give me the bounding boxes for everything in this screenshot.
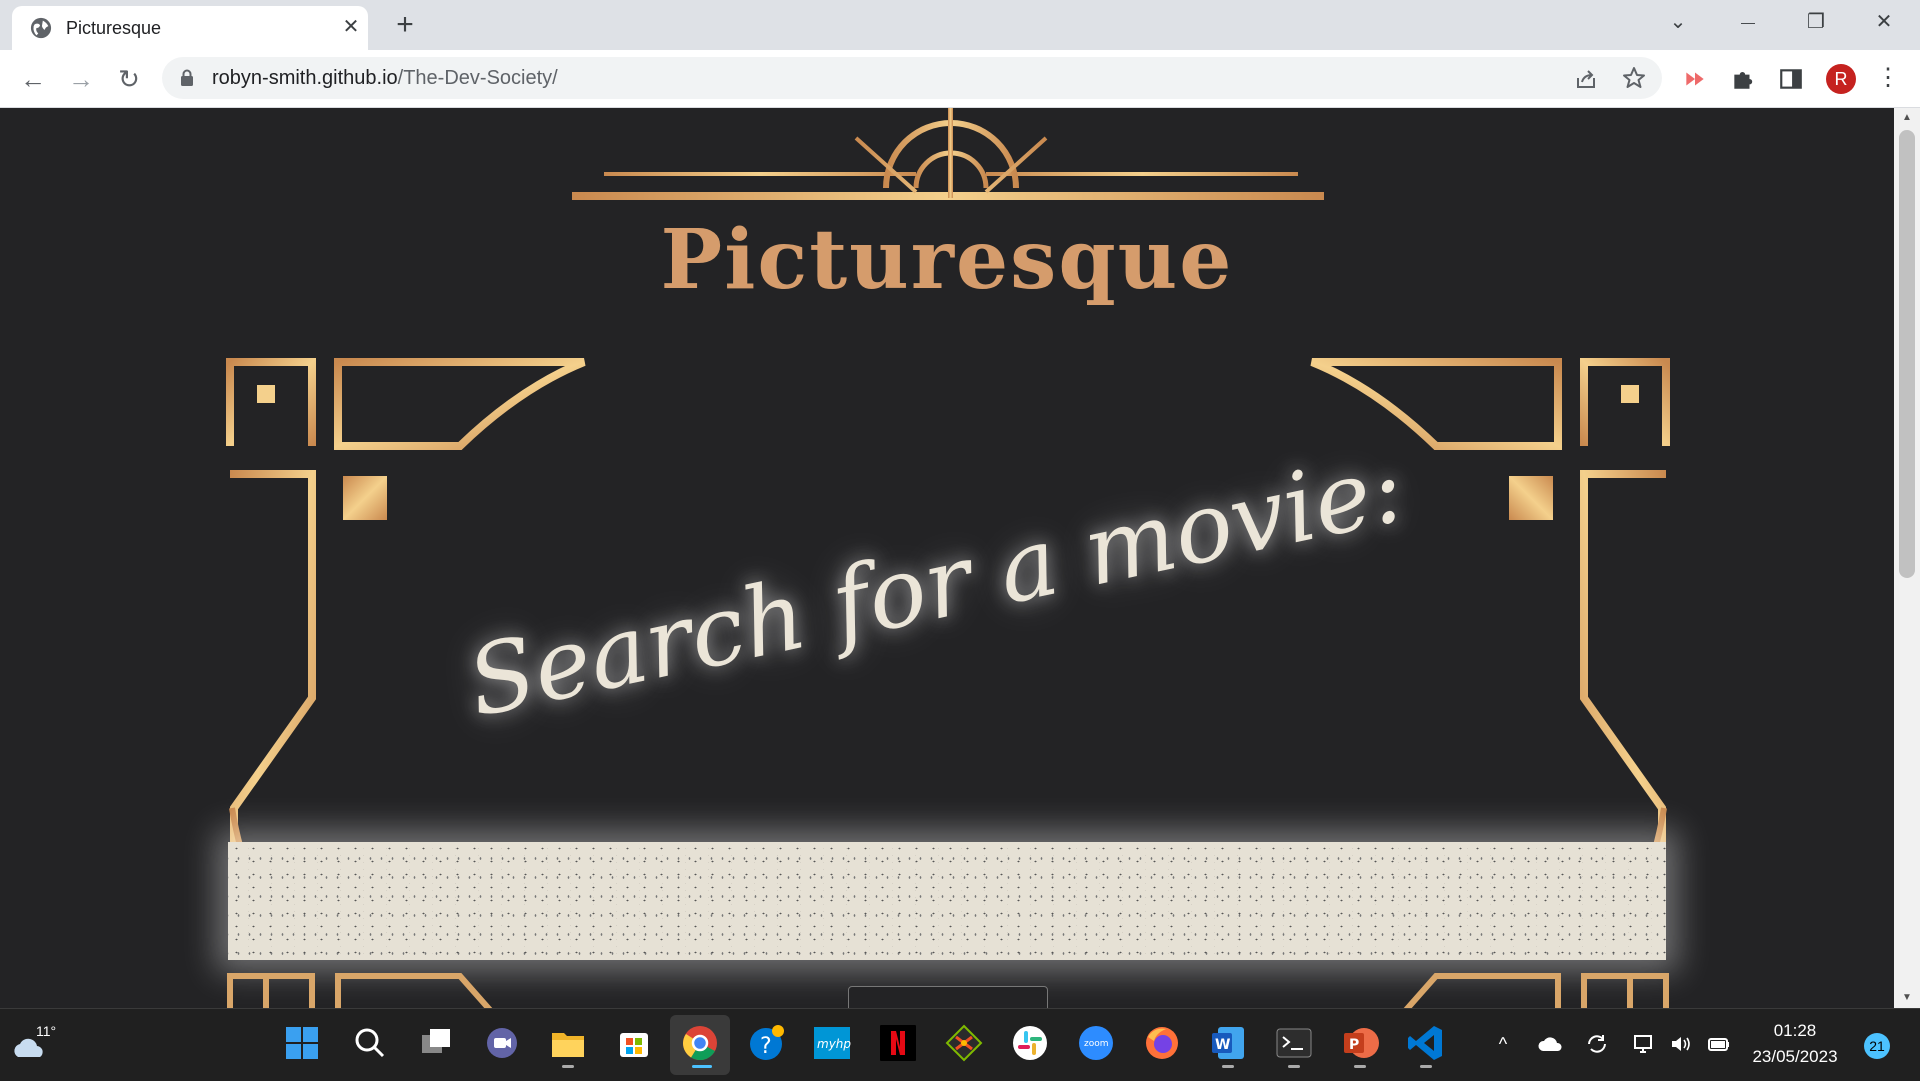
- windows-taskbar: 11° ? myhp zoom W P ^ 01:28 23/05/2023 2…: [0, 1008, 1920, 1081]
- minimize-button[interactable]: —: [1726, 8, 1770, 36]
- vscode-icon[interactable]: [1406, 1023, 1446, 1063]
- notification-badge[interactable]: 21: [1864, 1033, 1890, 1059]
- clock-time[interactable]: 01:28: [1740, 1021, 1850, 1041]
- microsoft-store-icon[interactable]: [614, 1023, 654, 1063]
- weather-temperature: 11°: [36, 1023, 57, 1039]
- bookmark-star-icon[interactable]: [1622, 66, 1646, 90]
- profile-avatar[interactable]: R: [1826, 64, 1856, 94]
- share-icon[interactable]: [1574, 67, 1598, 91]
- forward-button[interactable]: →: [66, 64, 96, 94]
- running-indicator: [1354, 1065, 1366, 1068]
- new-tab-button[interactable]: +: [390, 10, 420, 40]
- running-indicator: [1222, 1065, 1234, 1068]
- myhp-icon[interactable]: myhp: [812, 1023, 852, 1063]
- header-ornament: [572, 108, 1324, 200]
- browser-menu-icon[interactable]: ⋮: [1876, 64, 1900, 94]
- side-panel-icon[interactable]: [1778, 66, 1804, 92]
- task-view-icon[interactable]: [416, 1023, 456, 1063]
- onedrive-cloud-icon[interactable]: [1538, 1031, 1564, 1057]
- clock-date[interactable]: 23/05/2023: [1740, 1047, 1850, 1067]
- active-indicator: [692, 1065, 712, 1068]
- svg-text:myhp: myhp: [817, 1037, 851, 1051]
- teams-chat-icon[interactable]: [482, 1023, 522, 1063]
- tab-strip: Picturesque ✕ + ⌄ — ❐ ✕: [0, 0, 1920, 50]
- site-title: Picturesque: [660, 212, 1234, 308]
- scroll-up-arrow-icon[interactable]: ▲: [1894, 108, 1920, 128]
- search-icon[interactable]: [350, 1023, 390, 1063]
- globe-icon: [30, 17, 52, 39]
- url-path: /The-Dev-Society/: [397, 67, 558, 89]
- svg-text:W: W: [1215, 1037, 1230, 1053]
- page-scrollbar[interactable]: ▲ ▼: [1894, 108, 1920, 1008]
- file-explorer-icon[interactable]: [548, 1023, 588, 1063]
- address-bar[interactable]: robyn-smith.github.io/The-Dev-Society/: [162, 57, 1662, 99]
- get-help-icon[interactable]: ?: [746, 1023, 786, 1063]
- volume-icon[interactable]: [1668, 1031, 1694, 1057]
- tab-search-icon[interactable]: ⌄: [1656, 8, 1700, 36]
- bottom-right-ornament: [1403, 973, 1669, 1008]
- movie-search-input[interactable]: [228, 842, 1666, 960]
- chrome-icon[interactable]: [680, 1023, 720, 1063]
- close-tab-icon[interactable]: ✕: [338, 14, 364, 40]
- svg-text:P: P: [1349, 1037, 1359, 1053]
- word-icon[interactable]: W: [1208, 1023, 1248, 1063]
- scroll-down-arrow-icon[interactable]: ▼: [1894, 988, 1920, 1008]
- back-button[interactable]: ←: [18, 64, 48, 94]
- svg-text:?: ?: [760, 1034, 772, 1059]
- netflix-icon[interactable]: [878, 1023, 918, 1063]
- gitkraken-icon[interactable]: [944, 1023, 984, 1063]
- battery-icon[interactable]: [1706, 1031, 1732, 1057]
- tab-title: Picturesque: [66, 18, 162, 38]
- url-text: robyn-smith.github.io/The-Dev-Society/: [212, 67, 558, 90]
- terminal-icon[interactable]: [1274, 1023, 1314, 1063]
- restore-button[interactable]: ❐: [1794, 8, 1838, 36]
- running-indicator: [1288, 1065, 1300, 1068]
- running-indicator: [1420, 1065, 1432, 1068]
- page-content: Picturesque Search for a movie:: [0, 108, 1894, 1008]
- puzzle-extensions-icon[interactable]: [1730, 66, 1756, 92]
- powerpoint-icon[interactable]: P: [1340, 1023, 1380, 1063]
- slack-icon[interactable]: [1010, 1023, 1050, 1063]
- browser-toolbar: ← → ↻ robyn-smith.github.io/The-Dev-Soci…: [0, 50, 1920, 108]
- close-window-button[interactable]: ✕: [1862, 8, 1906, 36]
- firefox-icon[interactable]: [1142, 1023, 1182, 1063]
- search-heading: Search for a movie:: [458, 431, 1414, 739]
- svg-text:zoom: zoom: [1084, 1039, 1109, 1049]
- browser-tab[interactable]: Picturesque ✕: [12, 6, 368, 50]
- bottom-left-ornament: [227, 973, 493, 1008]
- extension-red-icon[interactable]: [1682, 66, 1708, 92]
- tray-overflow-chevron-icon[interactable]: ^: [1490, 1031, 1516, 1057]
- sync-icon[interactable]: [1584, 1031, 1610, 1057]
- search-button[interactable]: [848, 986, 1048, 1008]
- running-indicator: [562, 1065, 574, 1068]
- scroll-thumb[interactable]: [1899, 130, 1915, 578]
- network-monitor-icon[interactable]: [1632, 1031, 1658, 1057]
- url-domain: robyn-smith.github.io: [212, 67, 398, 89]
- reload-button[interactable]: ↻: [114, 64, 144, 94]
- windows-start-icon[interactable]: [282, 1023, 322, 1063]
- lock-icon: [181, 69, 193, 86]
- zoom-icon[interactable]: zoom: [1076, 1023, 1116, 1063]
